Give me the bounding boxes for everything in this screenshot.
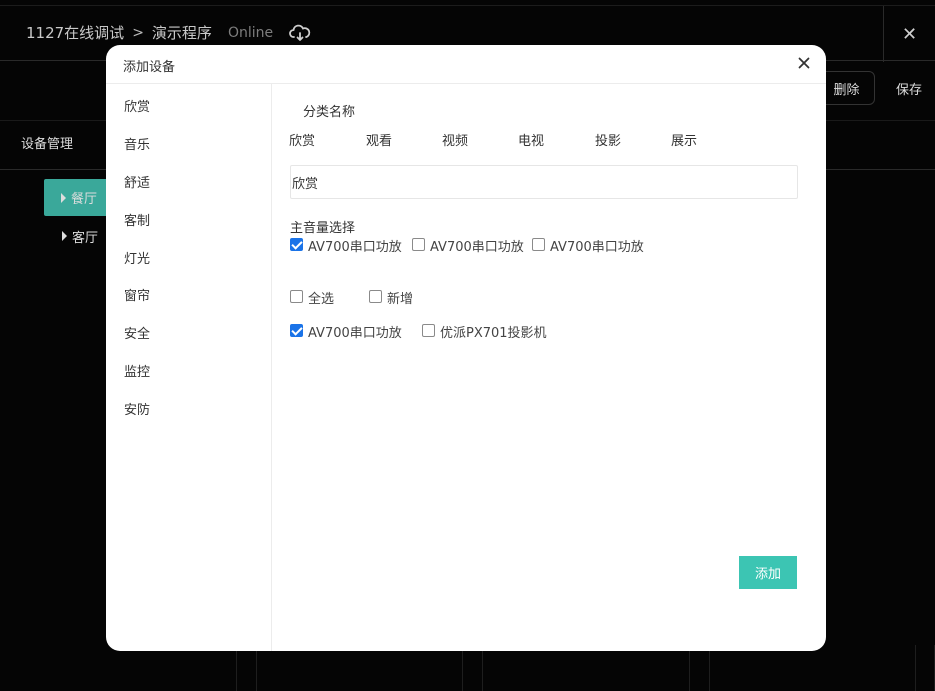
add-device-dialog: 添加设备 欣赏 音乐 舒适 客制 灯光 窗帘 安全 监控 安防 分类名称 欣赏 … xyxy=(106,45,826,651)
save-button[interactable]: 保存 xyxy=(885,71,933,105)
sidebar-item-curtain[interactable]: 窗帘 xyxy=(124,285,150,304)
main-volume-option[interactable]: AV700串口功放 xyxy=(532,237,644,256)
checkbox-icon[interactable] xyxy=(422,324,435,337)
select-all-checkbox[interactable]: 全选 xyxy=(290,289,334,308)
option-label: AV700串口功放 xyxy=(308,326,402,341)
breadcrumb-separator: > xyxy=(132,24,144,41)
section-title: 设备管理 xyxy=(21,137,74,152)
breadcrumb: 1127在线调试 > 演示程序 Online xyxy=(26,22,311,43)
option-label: AV700串口功放 xyxy=(430,240,524,255)
panel-divider xyxy=(236,645,257,691)
sidebar-item-security[interactable]: 安防 xyxy=(124,399,150,418)
category-tab[interactable]: 投影 xyxy=(595,130,621,149)
category-tab[interactable]: 观看 xyxy=(366,130,392,149)
category-tab[interactable]: 欣赏 xyxy=(289,130,315,149)
category-name-label: 分类名称 xyxy=(303,105,356,120)
caret-right-icon xyxy=(61,192,66,203)
breadcrumb-program[interactable]: 演示程序 xyxy=(152,22,212,43)
dialog-sidebar: 欣赏 音乐 舒适 客制 灯光 窗帘 安全 监控 安防 xyxy=(106,84,272,651)
sidebar-item-music[interactable]: 音乐 xyxy=(124,134,150,153)
option-label: 全选 xyxy=(308,292,335,307)
cloud-sync-icon[interactable] xyxy=(289,24,311,42)
tree-item-label: 餐厅 xyxy=(71,192,98,207)
caret-right-icon xyxy=(62,231,67,241)
sidebar-item-safety[interactable]: 安全 xyxy=(124,323,150,342)
main-volume-option[interactable]: AV700串口功放 xyxy=(290,237,402,256)
breadcrumb-project[interactable]: 1127在线调试 xyxy=(26,22,124,43)
tree-item-label: 客厅 xyxy=(72,230,99,246)
panel-divider xyxy=(462,645,483,691)
tree-item-dining-room[interactable]: 餐厅 xyxy=(44,179,114,216)
close-icon: ✕ xyxy=(901,23,918,45)
close-app-button[interactable]: ✕ xyxy=(883,6,935,62)
checkbox-icon[interactable] xyxy=(290,290,303,303)
category-tab[interactable]: 视频 xyxy=(442,130,468,149)
device-option[interactable]: AV700串口功放 xyxy=(290,323,402,342)
main-volume-label: 主音量选择 xyxy=(290,221,356,236)
checkbox-checked-icon[interactable] xyxy=(290,238,303,251)
panel-divider xyxy=(915,645,935,691)
main-volume-option[interactable]: AV700串口功放 xyxy=(412,237,524,256)
checkbox-icon[interactable] xyxy=(412,238,425,251)
sidebar-item-custom[interactable]: 客制 xyxy=(124,210,150,229)
checkbox-checked-icon[interactable] xyxy=(290,324,303,337)
option-label: 优派PX701投影机 xyxy=(440,326,547,341)
add-new-checkbox[interactable]: 新增 xyxy=(369,289,413,308)
checkbox-icon[interactable] xyxy=(532,238,545,251)
panel-divider xyxy=(689,645,710,691)
option-label: AV700串口功放 xyxy=(550,240,644,255)
category-tab[interactable]: 电视 xyxy=(518,130,544,149)
dialog-header: 添加设备 xyxy=(106,45,826,84)
close-icon[interactable] xyxy=(796,55,812,71)
category-name-input[interactable] xyxy=(290,165,798,199)
device-option[interactable]: 优派PX701投影机 xyxy=(422,323,547,342)
sidebar-item-monitoring[interactable]: 监控 xyxy=(124,361,150,380)
option-label: AV700串口功放 xyxy=(308,240,402,255)
delete-button[interactable]: 删除 xyxy=(818,71,875,105)
sidebar-item-lighting[interactable]: 灯光 xyxy=(124,248,150,267)
category-tab[interactable]: 展示 xyxy=(671,130,697,149)
checkbox-icon[interactable] xyxy=(369,290,382,303)
connection-status: Online xyxy=(227,24,274,41)
sidebar-item-appreciate[interactable]: 欣赏 xyxy=(124,96,150,115)
dialog-title: 添加设备 xyxy=(123,60,176,75)
option-label: 新增 xyxy=(387,292,414,307)
dialog-content: 分类名称 欣赏 观看 视频 电视 投影 展示 主音量选择 AV700串口功放 A… xyxy=(272,84,826,651)
add-button[interactable]: 添加 xyxy=(739,556,797,589)
sidebar-item-comfort[interactable]: 舒适 xyxy=(124,172,150,191)
tree-item-living-room[interactable]: 客厅 xyxy=(62,228,99,246)
